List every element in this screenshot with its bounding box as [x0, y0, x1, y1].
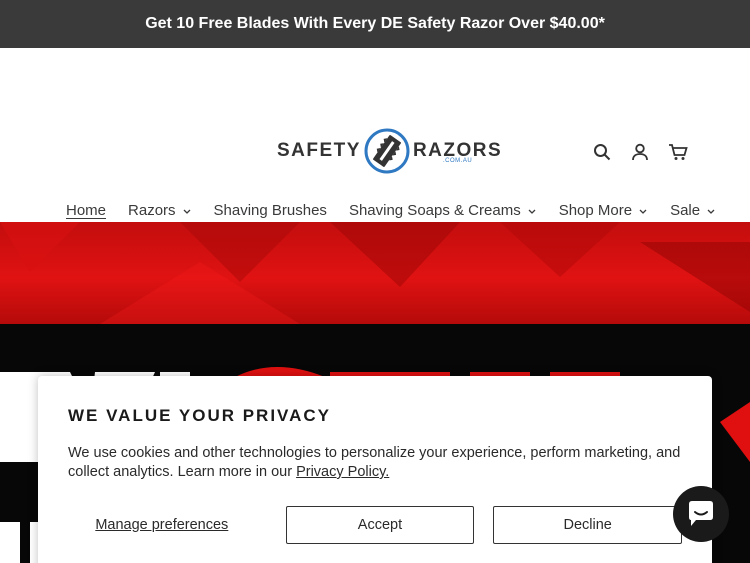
- nav-item-shaving-soaps[interactable]: Shaving Soaps & Creams: [349, 202, 537, 219]
- announcement-text: Get 10 Free Blades With Every DE Safety …: [145, 15, 605, 32]
- chevron-down-icon: [707, 209, 715, 214]
- nav-label: Sale: [670, 202, 701, 219]
- site-header: SAFETY RAZORS .COM.AU Home Razors Shavin…: [0, 48, 750, 222]
- nav-label: Home: [66, 202, 107, 219]
- cart-icon[interactable]: [666, 140, 690, 164]
- site-logo[interactable]: SAFETY RAZORS .COM.AU: [277, 126, 502, 176]
- nav-label: Shaving Soaps & Creams: [348, 202, 521, 219]
- account-icon[interactable]: [628, 140, 652, 164]
- nav-item-shaving-brushes[interactable]: Shaving Brushes: [214, 202, 327, 219]
- announcement-bar: Get 10 Free Blades With Every DE Safety …: [0, 0, 750, 48]
- razor-blade-logo-icon: [364, 128, 410, 174]
- chat-button[interactable]: [673, 486, 729, 542]
- manage-preferences-link[interactable]: Manage preferences: [68, 517, 256, 533]
- chevron-down-icon: [183, 209, 190, 214]
- chevron-down-icon: [528, 209, 536, 214]
- chevron-down-icon: [639, 209, 647, 214]
- main-nav: Home Razors Shaving Brushes Shaving Soap…: [66, 202, 738, 219]
- cookie-consent-dialog: WE VALUE YOUR PRIVACY We use cookies and…: [38, 376, 712, 563]
- nav-item-razors[interactable]: Razors: [128, 202, 192, 219]
- privacy-policy-link[interactable]: Privacy Policy.: [296, 464, 389, 480]
- consent-actions: Manage preferences Accept Decline: [68, 506, 682, 544]
- nav-item-sale[interactable]: Sale: [670, 202, 716, 219]
- search-icon[interactable]: [590, 140, 614, 164]
- consent-title: WE VALUE YOUR PRIVACY: [68, 406, 332, 425]
- header-icons: [590, 140, 690, 164]
- nav-label: Shaving Brushes: [213, 202, 327, 219]
- logo-word-left: SAFETY: [277, 140, 361, 161]
- nav-item-shop-more[interactable]: Shop More: [559, 202, 648, 219]
- nav-label: Shop More: [558, 202, 633, 219]
- decline-button[interactable]: Decline: [493, 506, 682, 544]
- chat-bubble-icon: [689, 501, 713, 526]
- nav-item-home[interactable]: Home: [66, 202, 106, 219]
- consent-body: We use cookies and other technologies to…: [68, 444, 682, 482]
- accept-button[interactable]: Accept: [285, 506, 475, 544]
- logo-domain-suffix: .COM.AU: [443, 158, 473, 164]
- nav-label: Razors: [128, 202, 176, 219]
